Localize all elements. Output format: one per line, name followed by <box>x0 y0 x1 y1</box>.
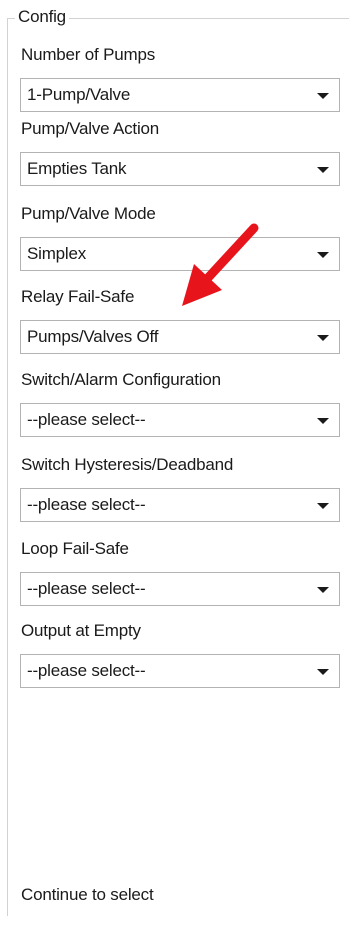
switch-alarm-configuration-select[interactable]: --please select-- <box>20 403 340 437</box>
output-at-empty-value: --please select-- <box>27 661 146 680</box>
number-of-pumps-value: 1-Pump/Valve <box>27 85 131 104</box>
dropdown-arrow-icon[interactable] <box>317 418 329 424</box>
pump-valve-action-select[interactable]: Empties Tank <box>20 152 340 186</box>
pump-valve-action-label: Pump/Valve Action <box>21 119 160 138</box>
dropdown-arrow-icon[interactable] <box>317 587 329 593</box>
switch-hysteresis-deadband-label: Switch Hysteresis/Deadband <box>21 455 234 474</box>
config-title: Config <box>15 6 69 28</box>
switch-hysteresis-deadband-select[interactable]: --please select-- <box>20 488 340 522</box>
loop-fail-safe-value: --please select-- <box>27 579 146 598</box>
number-of-pumps-select[interactable]: 1-Pump/Valve <box>20 78 340 112</box>
pump-valve-mode-value: Simplex <box>27 244 87 263</box>
pump-valve-action-value: Empties Tank <box>27 159 127 178</box>
loop-fail-safe-label: Loop Fail-Safe <box>21 539 129 558</box>
switch-hysteresis-deadband-value: --please select-- <box>27 495 146 514</box>
loop-fail-safe-select[interactable]: --please select-- <box>20 572 340 606</box>
dropdown-arrow-icon[interactable] <box>317 503 329 509</box>
switch-alarm-configuration-value: --please select-- <box>27 410 146 429</box>
dropdown-arrow-icon[interactable] <box>317 93 329 99</box>
output-at-empty-label: Output at Empty <box>21 621 141 640</box>
red-arrow-icon <box>182 223 259 306</box>
dropdown-arrow-icon[interactable] <box>317 335 329 341</box>
output-at-empty-select[interactable]: --please select-- <box>20 654 340 688</box>
switch-alarm-configuration-label: Switch/Alarm Configuration <box>21 370 221 389</box>
number-of-pumps-label: Number of Pumps <box>21 45 155 64</box>
relay-fail-safe-value: Pumps/Valves Off <box>27 327 159 346</box>
relay-fail-safe-label: Relay Fail-Safe <box>21 287 135 306</box>
continue-to-select-text: Continue to select <box>21 885 154 904</box>
pump-valve-mode-label: Pump/Valve Mode <box>21 204 156 223</box>
dropdown-arrow-icon[interactable] <box>317 167 329 173</box>
dropdown-arrow-icon[interactable] <box>317 252 329 258</box>
dropdown-arrow-icon[interactable] <box>317 669 329 675</box>
relay-fail-safe-select[interactable]: Pumps/Valves Off <box>20 320 340 354</box>
